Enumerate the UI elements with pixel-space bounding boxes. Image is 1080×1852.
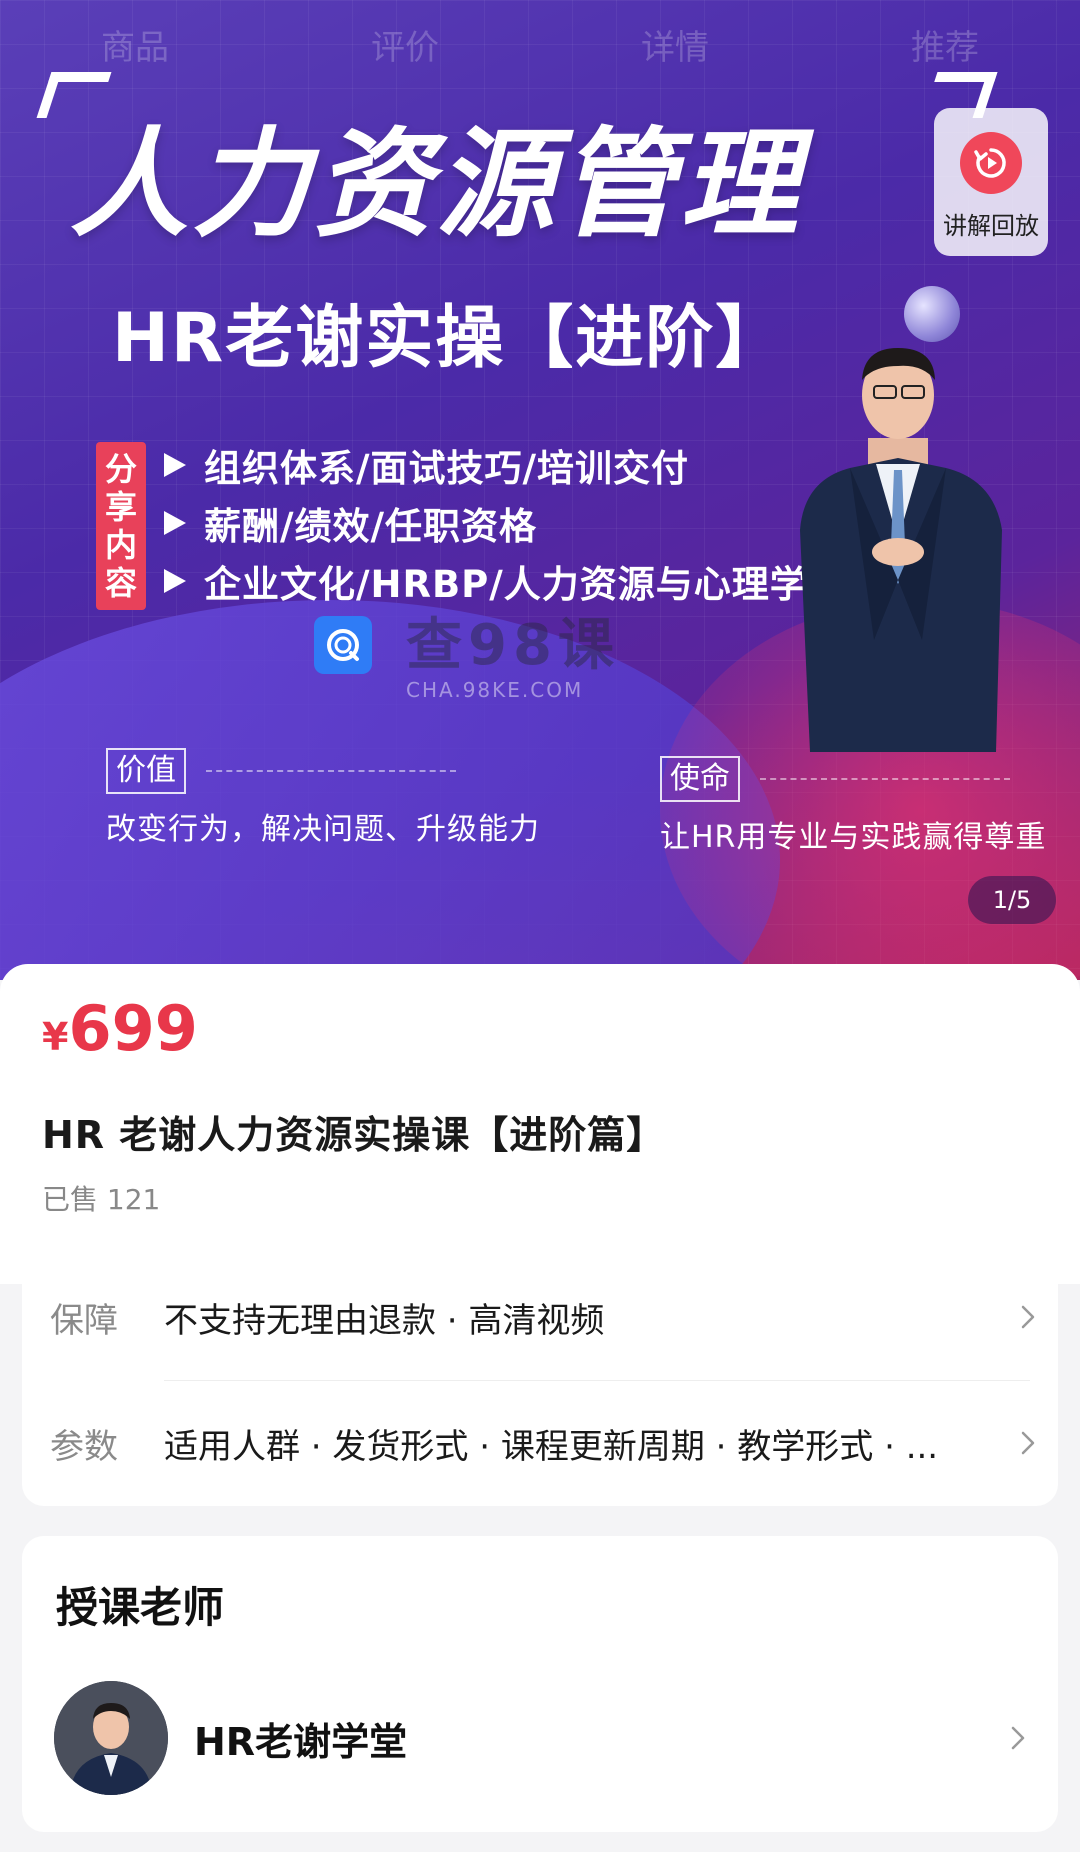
content-bullet-list: 组织体系/面试技巧/培训交付 薪酬/绩效/任职资格 企业文化/HRBP/人力资源… — [164, 436, 808, 610]
price-value: 699 — [68, 992, 198, 1065]
params-row[interactable]: 参数 适用人群 · 发货形式 · 课程更新周期 · 教学形式 · ... — [22, 1380, 1058, 1506]
share-tag-char: 内 — [104, 526, 137, 564]
tab-recommend[interactable]: 推荐 — [810, 18, 1080, 78]
banner-sub-title: HR老谢实操【进阶】 — [112, 299, 786, 378]
detail-info-card: 保障 不支持无理由退款 · 高清视频 参数 适用人群 · 发货形式 · 课程更新… — [22, 1254, 1058, 1506]
watermark-cn: 查98课 — [406, 613, 620, 678]
params-key: 参数 — [50, 1426, 118, 1467]
bullet-text: 组织体系/面试技巧/培训交付 — [204, 447, 690, 490]
mission-label: 使命 — [660, 756, 740, 802]
watermark-logo-icon — [314, 616, 372, 674]
share-tag-char: 容 — [104, 564, 137, 602]
play-triangle-icon — [164, 511, 186, 535]
product-title: HR 老谢人力资源实操课【进阶篇】 — [42, 1113, 666, 1157]
teacher-row[interactable]: HR老谢学堂 — [22, 1680, 1058, 1796]
play-triangle-icon — [164, 569, 186, 593]
guarantee-value: 不支持无理由退款 · 高清视频 — [164, 1300, 605, 1341]
price: ¥699 — [42, 992, 198, 1065]
mission-box: 使命 让HR用专业与实践赢得尊重 — [660, 756, 1046, 856]
bullet-item: 薪酬/绩效/任职资格 — [164, 494, 808, 552]
tab-reviews[interactable]: 评价 — [270, 18, 540, 78]
guarantee-key: 保障 — [50, 1300, 118, 1341]
currency-symbol: ¥ — [42, 1015, 69, 1059]
guarantee-row[interactable]: 保障 不支持无理由退款 · 高清视频 — [22, 1254, 1058, 1380]
bullet-item: 组织体系/面试技巧/培训交付 — [164, 436, 808, 494]
bullet-text: 企业文化/HRBP/人力资源与心理学 — [204, 563, 808, 606]
params-value: 适用人群 · 发货形式 · 课程更新周期 · 教学形式 · ... — [164, 1426, 939, 1467]
mission-dashed-line — [760, 778, 1010, 780]
avatar[interactable] — [54, 1681, 168, 1795]
mission-text: 让HR用专业与实践赢得尊重 — [660, 820, 1047, 855]
banner-main-title: 人力资源管理 — [70, 115, 803, 253]
tab-details[interactable]: 详情 — [540, 18, 810, 78]
chevron-right-icon — [998, 1429, 1058, 1457]
replay-label: 讲解回放 — [943, 212, 1039, 240]
top-tab-bar: 商品 评价 详情 推荐 — [0, 18, 1080, 78]
teacher-name: HR老谢学堂 — [194, 1719, 408, 1764]
replay-icon — [960, 132, 1022, 194]
value-text: 改变行为，解决问题、升级能力 — [106, 812, 540, 847]
share-content-tag: 分 享 内 容 — [96, 442, 146, 610]
product-image-carousel[interactable]: 商品 评价 详情 推荐 人力资源管理 HR老谢实操【进阶】 讲解回放 分 享 内… — [0, 0, 1080, 980]
sold-count: 已售 121 — [42, 1183, 161, 1216]
watermark-en: CHA.98KE.COM — [406, 678, 584, 702]
carousel-page-indicator: 1/5 — [968, 876, 1056, 924]
value-box: 价值 改变行为，解决问题、升级能力 — [106, 748, 540, 848]
teacher-heading: 授课老师 — [56, 1583, 225, 1632]
replay-button[interactable]: 讲解回放 — [934, 108, 1048, 256]
bullet-item: 企业文化/HRBP/人力资源与心理学 — [164, 552, 808, 610]
presenter-photo — [800, 348, 1002, 752]
bullet-text: 薪酬/绩效/任职资格 — [204, 505, 538, 548]
chevron-right-icon — [998, 1303, 1058, 1331]
share-tag-char: 享 — [104, 488, 137, 526]
value-label: 价值 — [106, 748, 186, 794]
tab-product[interactable]: 商品 — [0, 18, 270, 78]
play-triangle-icon — [164, 453, 186, 477]
watermark: 查98课 CHA.98KE.COM — [314, 616, 620, 702]
decorative-sphere — [904, 286, 960, 342]
value-dashed-line — [206, 770, 456, 772]
chevron-right-icon — [978, 1724, 1058, 1752]
share-tag-char: 分 — [104, 450, 137, 488]
teacher-card: 授课老师 HR老谢学堂 — [22, 1536, 1058, 1832]
